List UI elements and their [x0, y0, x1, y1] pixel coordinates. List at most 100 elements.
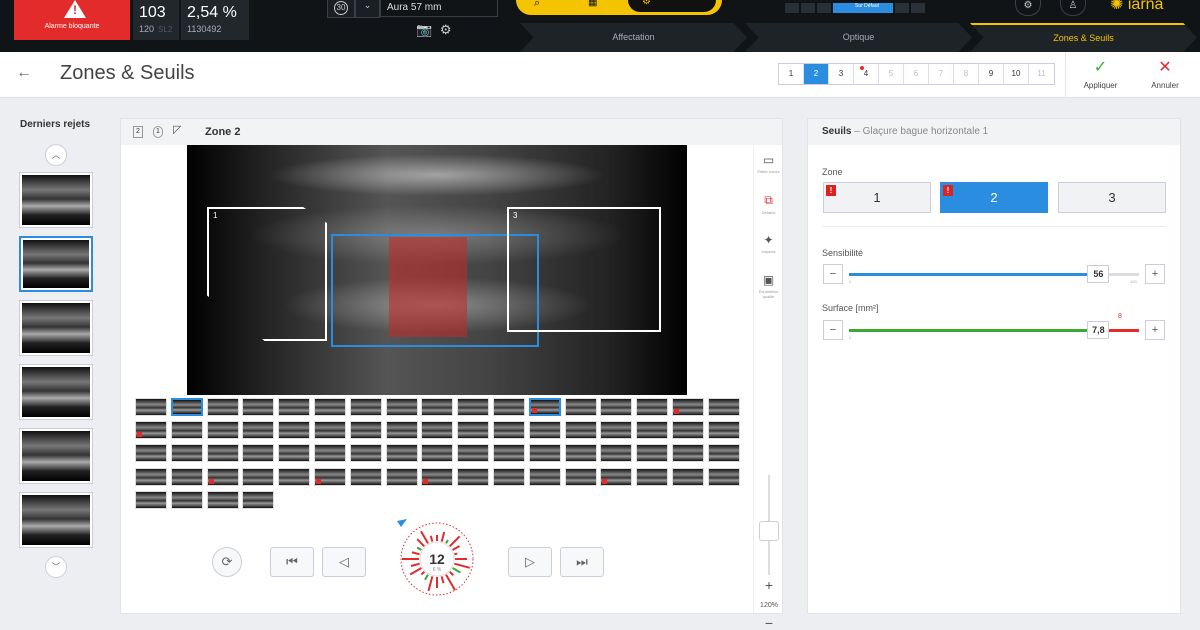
- camera-tab-6[interactable]: 6: [904, 64, 929, 84]
- history-thumbnail[interactable]: [421, 398, 454, 416]
- history-thumbnail[interactable]: [314, 444, 346, 463]
- step-optique[interactable]: Optique: [745, 23, 972, 52]
- previous-image-button[interactable]: ◁: [322, 547, 366, 577]
- camera-tab-10[interactable]: 10: [1004, 64, 1029, 84]
- history-thumbnail[interactable]: [206, 398, 239, 416]
- history-thumbnail[interactable]: [314, 398, 346, 416]
- impacts-tool[interactable]: ✦ Impacts: [754, 233, 783, 273]
- user-button[interactable]: ♙: [1060, 0, 1086, 16]
- zone-3-outline[interactable]: 3: [507, 207, 661, 332]
- mode-tab[interactable]: [817, 3, 831, 13]
- history-thumbnail[interactable]: [457, 421, 490, 440]
- history-thumbnail[interactable]: [457, 444, 490, 463]
- camera-tab-7[interactable]: 7: [929, 64, 954, 84]
- history-thumbnail[interactable]: [242, 490, 275, 509]
- camera-tab-11[interactable]: 11: [1029, 64, 1054, 84]
- history-thumbnail[interactable]: [206, 421, 239, 440]
- history-thumbnail[interactable]: [349, 444, 382, 463]
- quality-sample-tool[interactable]: ▣ Échantillon qualité: [754, 273, 783, 313]
- camera-tab-8[interactable]: 8: [954, 64, 979, 84]
- history-thumbnail[interactable]: [206, 467, 239, 486]
- step-affectation[interactable]: Affectation: [520, 23, 747, 52]
- history-thumbnail[interactable]: [672, 444, 704, 463]
- sensibility-increase-button[interactable]: +: [1145, 264, 1165, 284]
- history-thumbnail[interactable]: [278, 398, 311, 416]
- last-image-button[interactable]: ⏭: [560, 547, 604, 577]
- history-thumbnail[interactable]: [636, 421, 669, 440]
- reject-thumbnail[interactable]: [19, 364, 93, 420]
- history-thumbnail[interactable]: [242, 444, 275, 463]
- reject-thumbnail[interactable]: [19, 492, 93, 548]
- history-thumbnail[interactable]: [528, 421, 561, 440]
- history-thumbnail[interactable]: [278, 444, 311, 463]
- surface-value[interactable]: 7,8: [1087, 321, 1110, 339]
- history-thumbnail[interactable]: [493, 444, 525, 463]
- apply-button[interactable]: ✓ Appliquer: [1065, 52, 1135, 98]
- history-thumbnail[interactable]: [135, 444, 167, 463]
- back-arrow-icon[interactable]: ←: [16, 64, 32, 82]
- grid-icon[interactable]: ▦: [588, 0, 597, 8]
- camera-tab-4[interactable]: 4: [854, 64, 879, 84]
- mode-tab[interactable]: [785, 3, 799, 13]
- zoom-out-button[interactable]: −: [762, 615, 776, 630]
- history-thumbnail[interactable]: [170, 444, 203, 463]
- history-thumbnail[interactable]: [564, 467, 597, 486]
- history-thumbnail[interactable]: [528, 398, 561, 416]
- history-thumbnail[interactable]: [170, 421, 203, 440]
- history-thumbnail[interactable]: [206, 444, 239, 463]
- history-thumbnail[interactable]: [493, 421, 525, 440]
- mode-tab[interactable]: [801, 3, 815, 13]
- scroll-down-button[interactable]: ﹀: [45, 556, 67, 578]
- history-thumbnail[interactable]: [170, 398, 203, 416]
- nav-active[interactable]: ⚙: [628, 0, 716, 12]
- history-thumbnail[interactable]: [707, 421, 740, 440]
- history-thumbnail[interactable]: [170, 490, 203, 509]
- mode-tab[interactable]: [911, 3, 925, 13]
- history-thumbnail[interactable]: [672, 398, 704, 416]
- history-thumbnail[interactable]: [564, 398, 597, 416]
- camera-icon[interactable]: 📷: [416, 22, 432, 37]
- shape-icon[interactable]: ◸: [173, 123, 181, 136]
- sync-button[interactable]: ⟳: [212, 547, 242, 577]
- step-zones-seuils[interactable]: Zones & Seuils: [970, 23, 1197, 52]
- history-thumbnail[interactable]: [135, 421, 167, 440]
- zone-button-1[interactable]: ! 1: [823, 182, 931, 213]
- history-thumbnail[interactable]: [493, 467, 525, 486]
- cancel-button[interactable]: ✕ Annuler: [1135, 52, 1195, 98]
- config-button[interactable]: ⚙: [1015, 0, 1041, 16]
- history-thumbnail[interactable]: [672, 421, 704, 440]
- history-thumbnail[interactable]: [135, 398, 167, 416]
- history-thumbnail[interactable]: [349, 421, 382, 440]
- sensibility-value[interactable]: 56: [1087, 265, 1110, 283]
- history-thumbnail[interactable]: [385, 421, 418, 440]
- history-thumbnail[interactable]: [457, 398, 490, 416]
- history-thumbnail[interactable]: [636, 398, 669, 416]
- defects-tool[interactable]: ⧉ Défauts: [754, 193, 783, 233]
- settings-icon[interactable]: ⚙: [440, 22, 452, 37]
- history-thumbnail[interactable]: [242, 398, 275, 416]
- sensibility-decrease-button[interactable]: −: [823, 264, 843, 284]
- history-thumbnail[interactable]: [564, 421, 597, 440]
- edit-zones-tool[interactable]: ▭ Éditer zones: [754, 153, 783, 193]
- surface-increase-button[interactable]: +: [1145, 320, 1165, 340]
- history-thumbnail[interactable]: [600, 398, 633, 416]
- history-thumbnail[interactable]: [349, 398, 382, 416]
- history-thumbnail[interactable]: [600, 421, 633, 440]
- zoom-handle[interactable]: [759, 521, 779, 541]
- camera-tab-3[interactable]: 3: [829, 64, 854, 84]
- history-thumbnail[interactable]: [672, 467, 704, 486]
- camera-tab-2[interactable]: 2: [804, 64, 829, 84]
- history-thumbnail[interactable]: [385, 398, 418, 416]
- history-thumbnail[interactable]: [314, 421, 346, 440]
- alarm-indicator[interactable]: Alarme bloquante: [14, 0, 130, 40]
- history-thumbnail[interactable]: [421, 421, 454, 440]
- history-thumbnail[interactable]: [278, 467, 311, 486]
- history-thumbnail[interactable]: [242, 467, 275, 486]
- history-thumbnail[interactable]: [385, 467, 418, 486]
- zone-button-3[interactable]: 3: [1058, 182, 1166, 213]
- history-thumbnail[interactable]: [206, 490, 239, 509]
- mode-tab-active[interactable]: Sur Défaut: [833, 3, 893, 13]
- reject-thumbnail[interactable]: [19, 300, 93, 356]
- history-thumbnail[interactable]: [135, 490, 167, 509]
- next-image-button[interactable]: ▷: [508, 547, 552, 577]
